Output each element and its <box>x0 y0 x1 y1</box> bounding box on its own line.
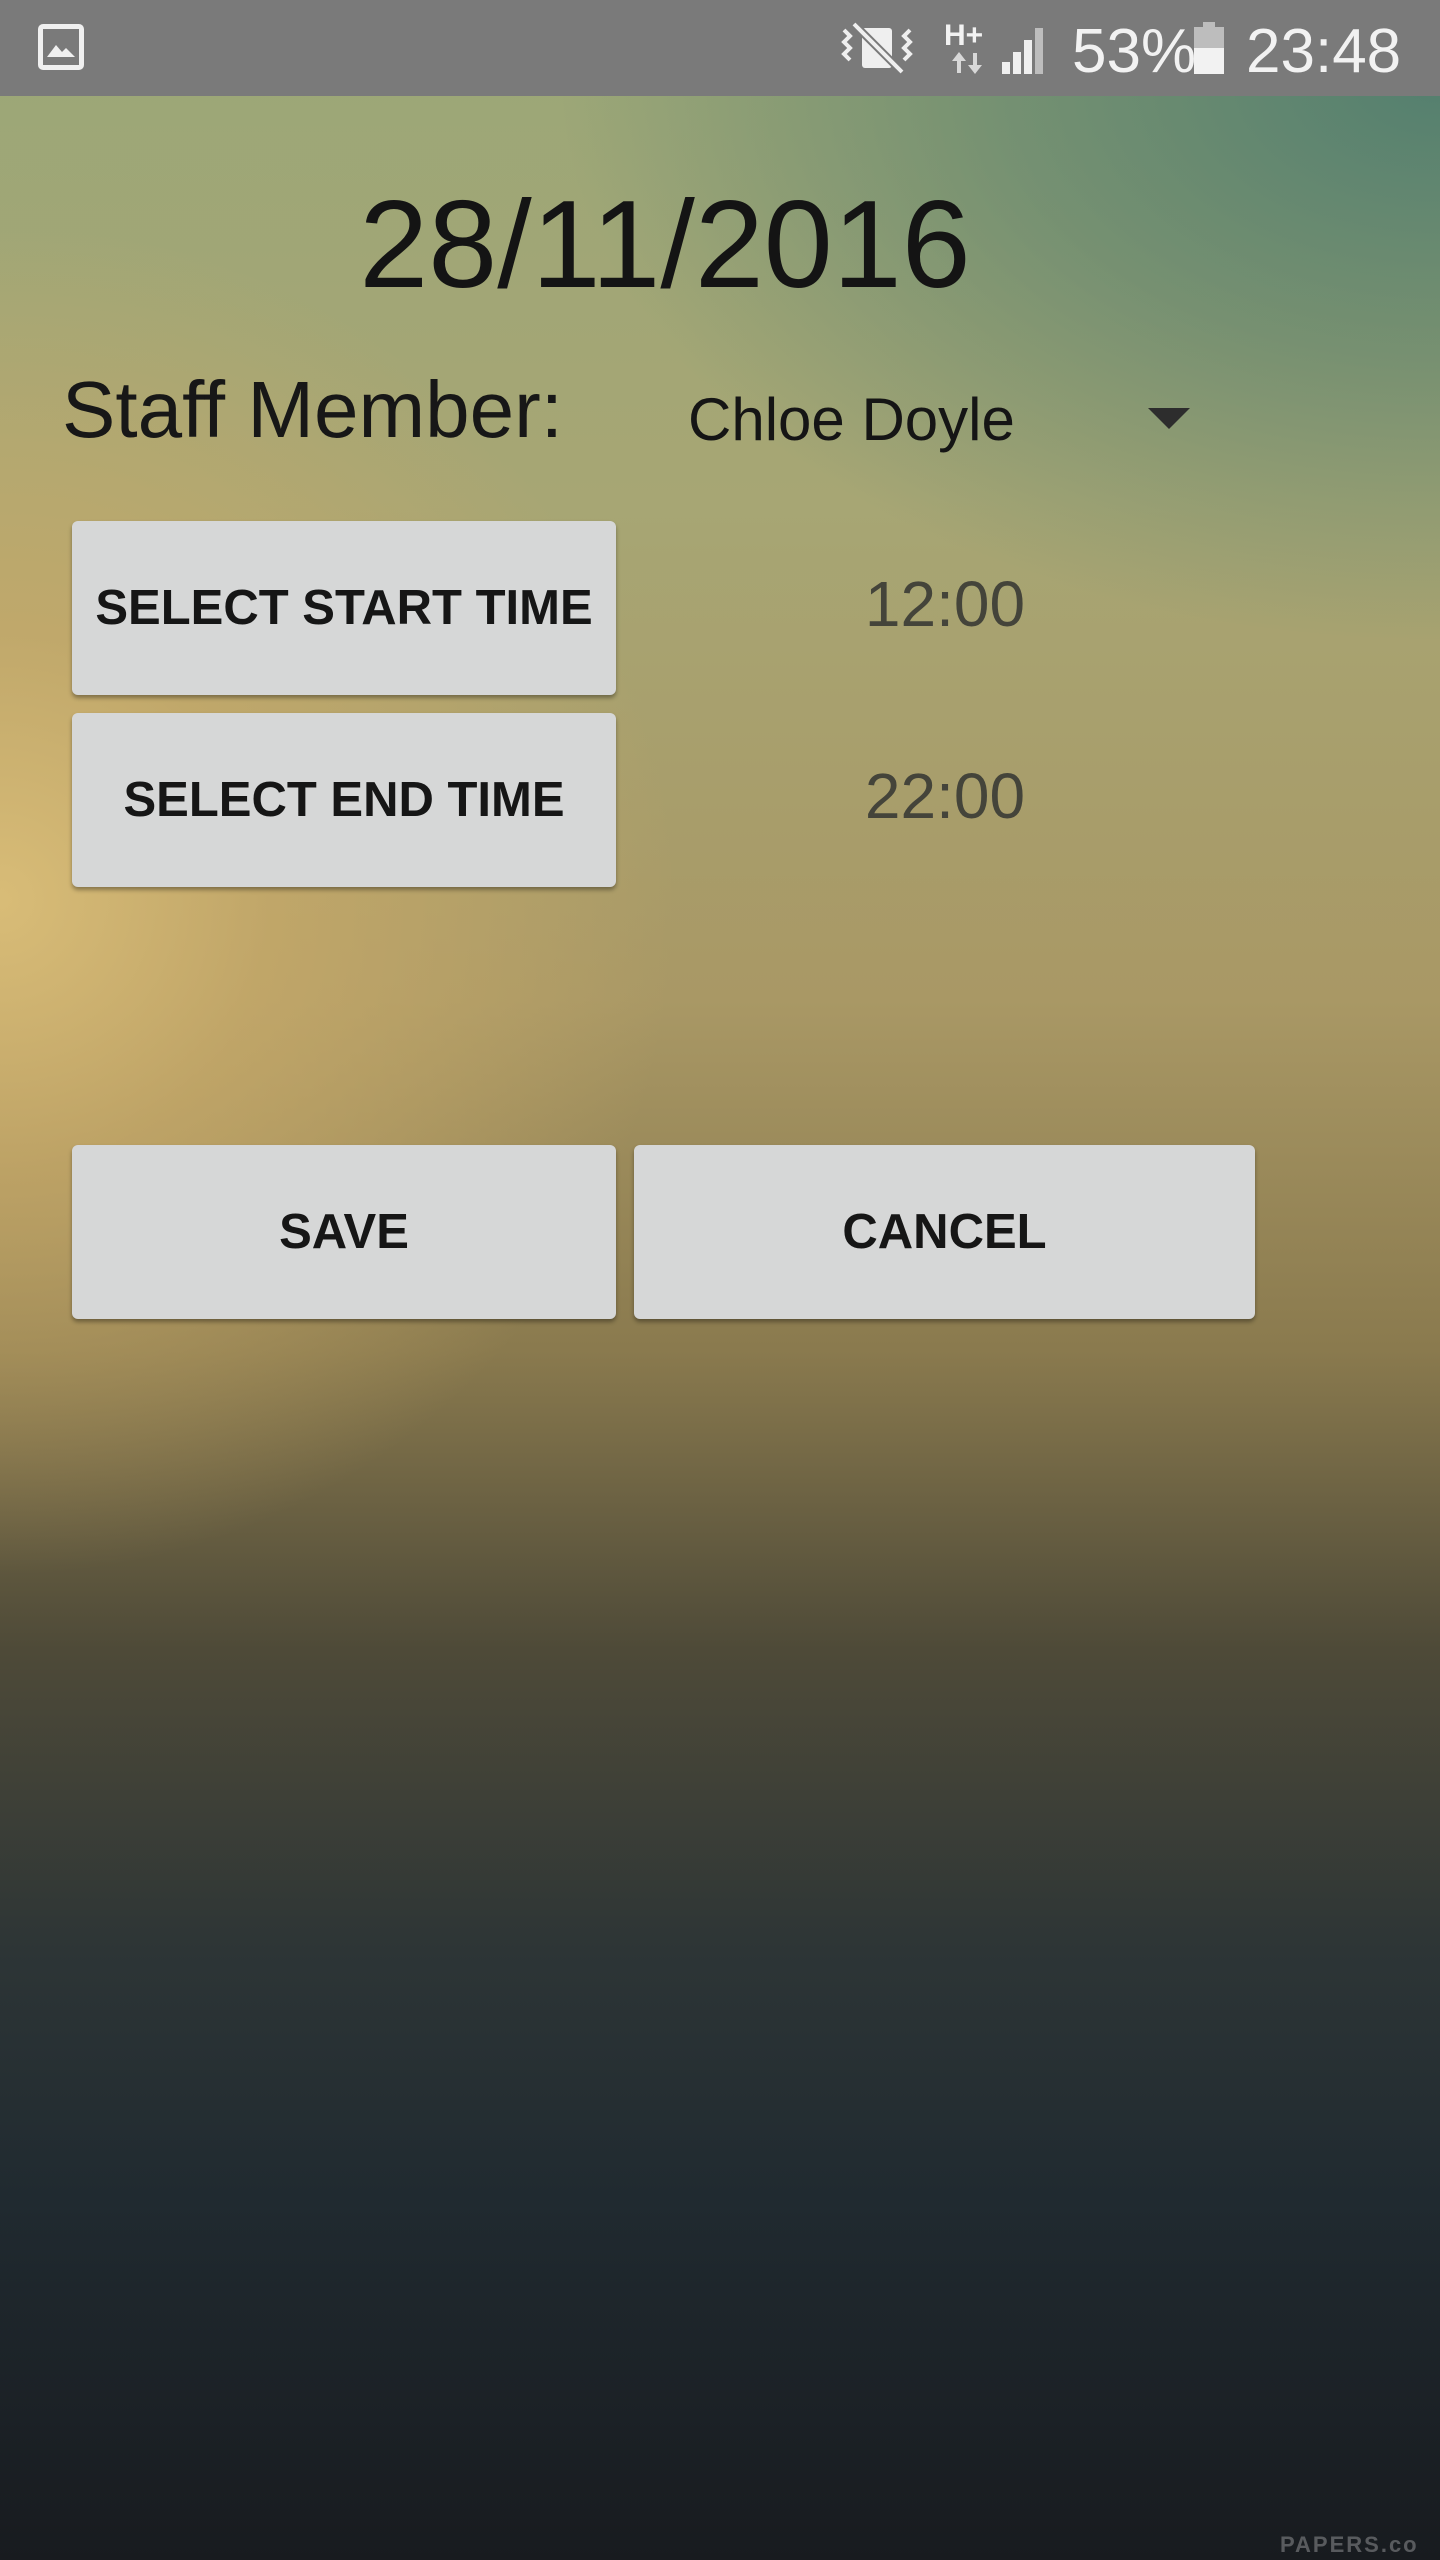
staff-member-label: Staff Member: <box>62 365 563 454</box>
end-time-value: 22:00 <box>864 760 1026 832</box>
network-type-label: H+ <box>944 19 984 52</box>
staff-member-dropdown[interactable]: Chloe Doyle <box>660 370 1220 470</box>
vibrate-mute-icon <box>841 22 913 74</box>
select-end-time-button[interactable]: SELECT END TIME <box>72 713 616 887</box>
date-heading: 28/11/2016 <box>359 176 971 314</box>
battery-icon <box>1194 22 1224 74</box>
cell-signal-icon <box>1002 28 1043 74</box>
battery-percent: 53% <box>1072 17 1197 86</box>
image-notification-icon <box>38 24 84 70</box>
data-arrows-icon <box>952 52 982 74</box>
status-bar: H+ 53% 23:48 <box>0 0 1440 96</box>
staff-member-selected: Chloe Doyle <box>688 386 1015 453</box>
status-clock: 23:48 <box>1246 17 1402 86</box>
wallpaper-watermark: PAPERS.co <box>1280 2532 1419 2557</box>
dropdown-arrow-icon <box>1148 408 1190 429</box>
start-time-value: 12:00 <box>864 568 1026 640</box>
select-start-time-button[interactable]: SELECT START TIME <box>72 521 616 695</box>
save-button[interactable]: SAVE <box>72 1145 616 1319</box>
cancel-button[interactable]: CANCEL <box>634 1145 1255 1319</box>
